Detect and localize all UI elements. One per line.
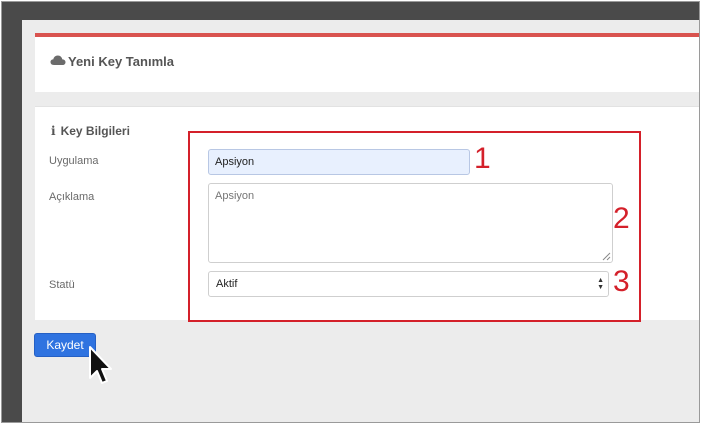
save-button[interactable]: Kaydet	[34, 333, 96, 357]
modal-title: Yeni Key Tanımla	[68, 54, 174, 69]
section-title: i Key Bilgileri	[51, 124, 130, 138]
background-overlay-left	[2, 2, 22, 422]
mouse-cursor-icon	[89, 346, 112, 384]
background-overlay-top	[2, 2, 699, 20]
statu-label: Statü	[49, 279, 75, 291]
annotation-label-3: 3	[613, 265, 630, 298]
info-icon: i	[51, 124, 56, 138]
annotation-label-1: 1	[474, 142, 491, 175]
aciklama-label: Açıklama	[49, 191, 95, 203]
uygulama-label: Uygulama	[49, 155, 99, 167]
section-title-text: Key Bilgileri	[60, 124, 130, 138]
annotation-label-2: 2	[613, 202, 630, 235]
modal-header: Yeni Key Tanımla	[35, 33, 699, 92]
annotation-highlight-box	[188, 131, 641, 322]
cloud-icon	[50, 55, 66, 65]
